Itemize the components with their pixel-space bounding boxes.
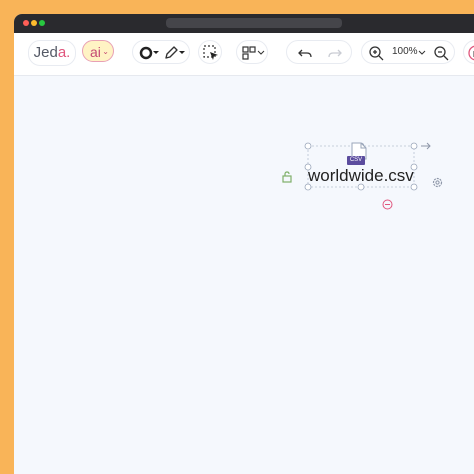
- chevron-down-icon[interactable]: [257, 49, 265, 57]
- connector-arrow-icon: [421, 142, 431, 150]
- history-group: [286, 40, 352, 64]
- ai-button[interactable]: ai ⌄: [82, 40, 114, 62]
- zoom-out-icon[interactable]: [433, 45, 449, 61]
- ai-button-label: ai: [90, 44, 101, 60]
- pen-options-caret-icon[interactable]: [179, 49, 185, 57]
- circle-options-caret-icon[interactable]: [153, 49, 159, 57]
- resize-handle: [410, 142, 418, 150]
- remove-icon[interactable]: [382, 199, 393, 210]
- address-bar[interactable]: [166, 18, 342, 28]
- zoom-in-icon[interactable]: [368, 45, 384, 61]
- maximize-window-button[interactable]: [39, 20, 45, 26]
- gear-icon[interactable]: [431, 176, 444, 189]
- toolbar: Jeda. ai ⌄ 100%: [14, 33, 474, 76]
- logo-accent-text: a.: [57, 44, 71, 61]
- circle-shape-icon[interactable]: [138, 45, 154, 61]
- undo-icon[interactable]: [297, 45, 313, 61]
- layout-tool-group: [236, 40, 268, 64]
- zoom-level[interactable]: 100%: [392, 46, 418, 57]
- redo-icon[interactable]: [327, 45, 343, 61]
- close-window-button[interactable]: [23, 20, 29, 26]
- minimize-window-button[interactable]: [31, 20, 37, 26]
- hand-tool-group: [463, 40, 474, 64]
- grid-layout-icon[interactable]: [241, 45, 257, 61]
- browser-titlebar: [14, 14, 474, 33]
- app-window: Jeda. ai ⌄ 100% CSV worldwide.csv: [14, 14, 474, 474]
- chevron-down-icon[interactable]: [418, 49, 426, 57]
- hand-icon[interactable]: [468, 45, 474, 61]
- logo-main-text: Jed: [33, 44, 58, 61]
- resize-handle: [304, 142, 312, 150]
- chevron-down-icon: ⌄: [102, 47, 109, 56]
- zoom-group: 100%: [361, 40, 455, 64]
- selection-icon[interactable]: [202, 44, 220, 62]
- whiteboard-canvas[interactable]: CSV worldwide.csv: [14, 76, 474, 474]
- drawing-tools-group: [132, 40, 190, 64]
- lock-icon[interactable]: [281, 170, 293, 184]
- pen-icon[interactable]: [162, 44, 180, 62]
- select-tool-group: [198, 40, 222, 64]
- file-type-badge: CSV: [347, 156, 365, 165]
- file-name-label[interactable]: worldwide.csv: [308, 166, 414, 186]
- jeda-logo[interactable]: Jeda.: [28, 40, 76, 66]
